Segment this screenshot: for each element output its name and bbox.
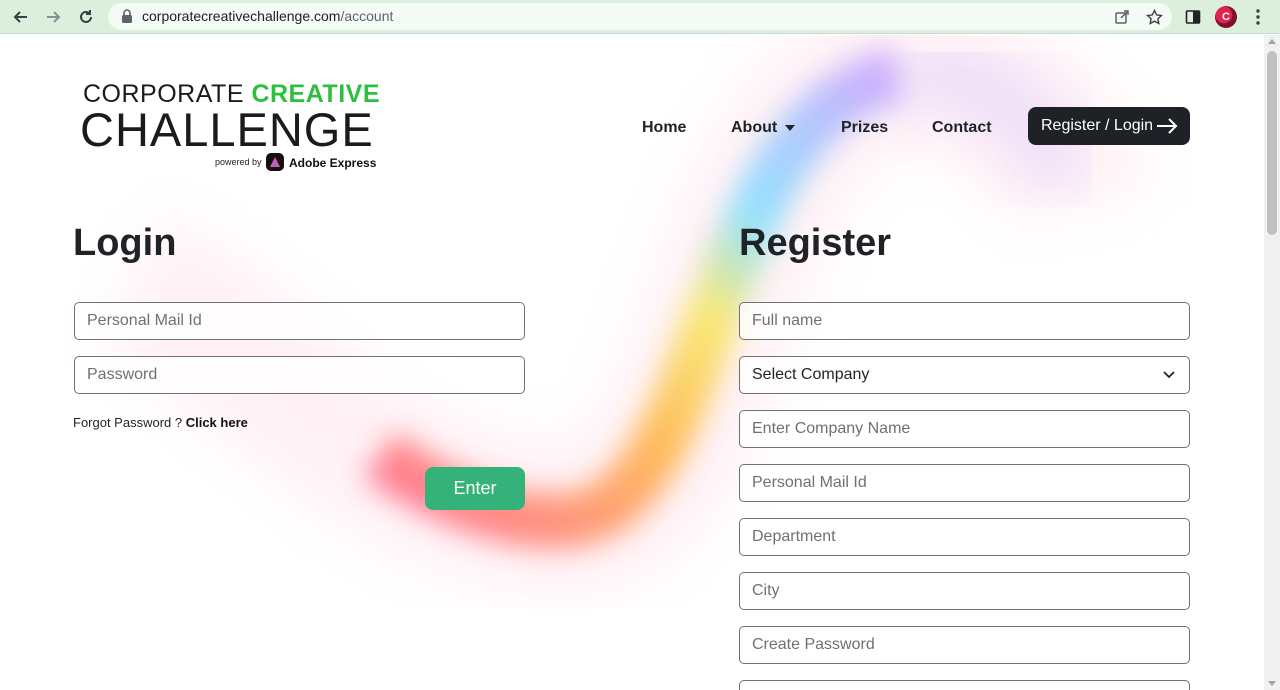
department-field[interactable]: Department — [739, 518, 1190, 556]
company-name-field[interactable]: Enter Company Name — [739, 410, 1190, 448]
site-logo[interactable]: CORPORATE CREATIVE CHALLENGE powered by … — [80, 80, 380, 175]
back-icon[interactable] — [8, 4, 34, 30]
adobe-express-text: Adobe Express — [289, 156, 377, 170]
vertical-scrollbar[interactable] — [1264, 35, 1280, 690]
page-content: CORPORATE CREATIVE CHALLENGE powered by … — [0, 35, 1264, 690]
share-icon[interactable] — [1112, 7, 1132, 27]
star-icon[interactable] — [1144, 7, 1164, 27]
powered-by-text: powered by — [215, 157, 262, 167]
login-password-field[interactable]: Password — [74, 356, 525, 394]
register-title: Register — [739, 222, 892, 264]
nav-about[interactable]: About — [731, 119, 796, 137]
chevron-down-icon — [1163, 371, 1175, 379]
chevron-down-icon — [785, 124, 796, 131]
reload-icon[interactable] — [73, 4, 99, 30]
register-email-field[interactable]: Personal Mail Id — [739, 464, 1190, 502]
adobe-express-icon — [266, 153, 284, 171]
forgot-password: Forgot Password ? Click here — [73, 415, 248, 430]
city-field[interactable]: City — [739, 572, 1190, 610]
sidepanel-icon[interactable] — [1182, 4, 1204, 30]
lock-icon — [122, 9, 132, 23]
register-login-button[interactable]: Register / Login — [1028, 107, 1190, 145]
nav-prizes[interactable]: Prizes — [841, 119, 888, 137]
nav-contact[interactable]: Contact — [932, 119, 992, 137]
forgot-password-link[interactable]: Click here — [186, 415, 248, 430]
logo-line2: CHALLENGE — [80, 103, 374, 156]
arrow-right-icon — [1157, 118, 1178, 134]
scroll-thumb[interactable] — [1267, 51, 1277, 235]
profile-avatar[interactable]: C — [1214, 4, 1238, 30]
forward-icon[interactable] — [40, 4, 66, 30]
login-title: Login — [73, 222, 177, 264]
login-submit-button[interactable]: Enter — [425, 467, 525, 510]
browser-toolbar: corporatecreativechallenge.com/account C — [0, 0, 1280, 34]
scroll-up-arrow[interactable] — [1268, 39, 1276, 44]
menu-icon[interactable] — [1248, 4, 1268, 30]
address-bar[interactable]: corporatecreativechallenge.com/account — [108, 3, 1172, 30]
company-select[interactable]: Select Company — [739, 356, 1190, 394]
url-text: corporatecreativechallenge.com/account — [142, 8, 394, 24]
next-field-partial[interactable] — [739, 680, 1190, 690]
full-name-field[interactable]: Full name — [739, 302, 1190, 340]
create-password-field[interactable]: Create Password — [739, 626, 1190, 664]
nav-home[interactable]: Home — [642, 119, 686, 137]
scroll-down-arrow[interactable] — [1268, 681, 1276, 686]
login-email-field[interactable]: Personal Mail Id — [74, 302, 525, 340]
